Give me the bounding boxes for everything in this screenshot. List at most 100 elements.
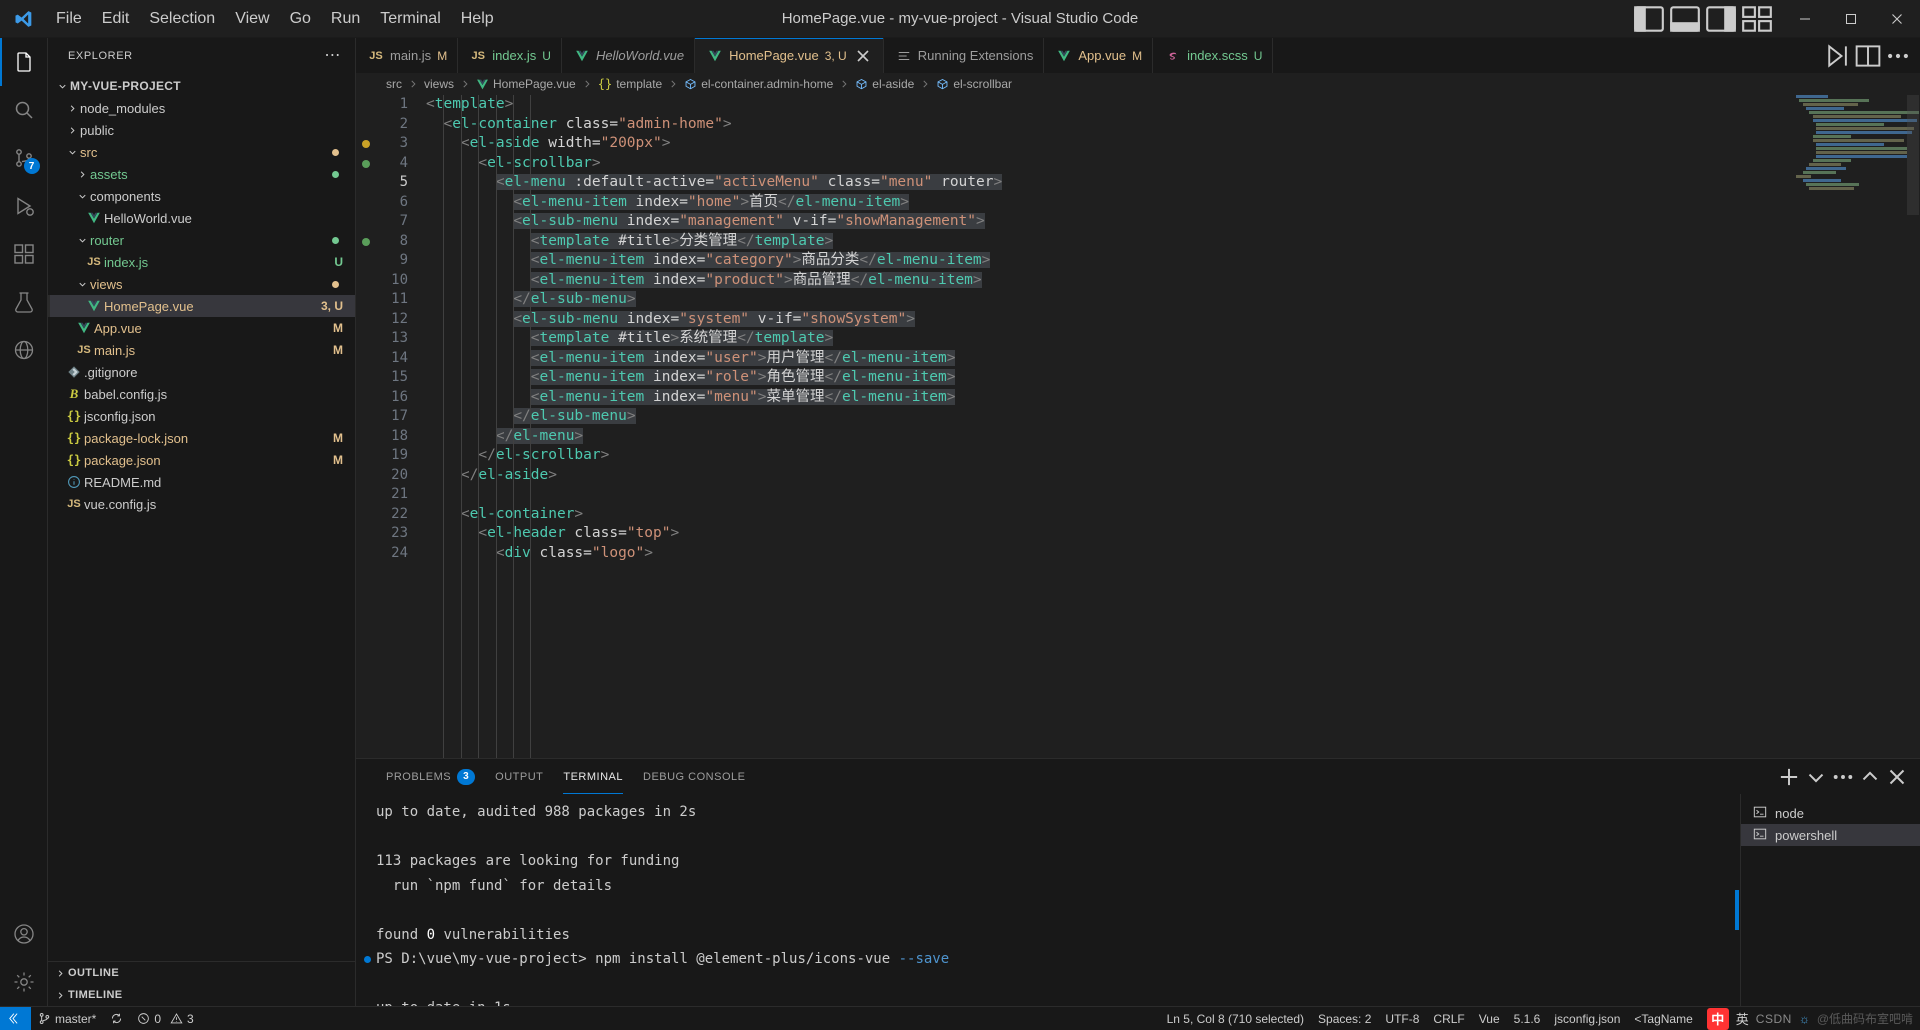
breadcrumb-item-template[interactable]: {} template bbox=[596, 77, 664, 91]
panel-tab-terminal[interactable]: TERMINAL bbox=[553, 759, 633, 794]
tree-item-src[interactable]: src bbox=[48, 141, 355, 163]
tree-item-vue-config-js[interactable]: JS vue.config.js bbox=[48, 493, 355, 515]
explorer-views-more-icon[interactable]: ⋯ bbox=[318, 47, 347, 63]
tree-item-assets[interactable]: assets bbox=[48, 163, 355, 185]
code-line[interactable]: <el-header class="top"> bbox=[426, 524, 1920, 544]
chevron-down-icon[interactable] bbox=[74, 191, 90, 202]
tree-root-my-vue-project[interactable]: MY-VUE-PROJECT bbox=[48, 75, 355, 97]
activity-accounts[interactable] bbox=[0, 910, 48, 958]
status-cursor-position[interactable]: Ln 5, Col 8 (710 selected) bbox=[1160, 1007, 1311, 1030]
code-line[interactable]: <el-sub-menu index="system" v-if="showSy… bbox=[426, 310, 1920, 330]
terminal-scrollbar[interactable] bbox=[1726, 794, 1740, 1006]
code-line[interactable]: <template #title>分类管理</template> bbox=[426, 232, 1920, 252]
tree-item-jsconfig-json[interactable]: {} jsconfig.json bbox=[48, 405, 355, 427]
run-code-icon[interactable] bbox=[1824, 42, 1852, 70]
terminal-instance-node[interactable]: node bbox=[1741, 802, 1920, 824]
new-terminal-icon[interactable] bbox=[1776, 764, 1802, 790]
status-version[interactable]: 5.1.6 bbox=[1507, 1007, 1548, 1030]
code-line[interactable]: <el-menu-item index="product">商品管理</el-m… bbox=[426, 271, 1920, 291]
menu-view[interactable]: View bbox=[225, 6, 279, 32]
menu-edit[interactable]: Edit bbox=[92, 6, 140, 32]
minimize-button[interactable] bbox=[1782, 0, 1828, 38]
tree-item-gitignore[interactable]: .gitignore bbox=[48, 361, 355, 383]
tab-close-icon[interactable] bbox=[853, 46, 873, 66]
breadcrumb-item-el-scrollbar[interactable]: el-scrollbar bbox=[934, 77, 1014, 91]
activity-search[interactable] bbox=[0, 86, 48, 134]
chevron-down-icon[interactable] bbox=[74, 235, 90, 246]
breadcrumb-item-el-container-admin-home[interactable]: el-container.admin-home bbox=[682, 77, 835, 91]
panel-more-icon[interactable] bbox=[1830, 764, 1856, 790]
activity-testing[interactable] bbox=[0, 278, 48, 326]
menu-file[interactable]: File bbox=[46, 6, 92, 32]
code-line[interactable]: <div class="logo"> bbox=[426, 544, 1920, 564]
activity-explorer[interactable] bbox=[0, 38, 48, 86]
activity-source-control[interactable]: 7 bbox=[0, 134, 48, 182]
code-line[interactable]: <el-sub-menu index="management" v-if="sh… bbox=[426, 212, 1920, 232]
editor-scrollbar[interactable] bbox=[1906, 95, 1920, 758]
panel-tab-output[interactable]: OUTPUT bbox=[485, 759, 553, 794]
code-line[interactable]: <el-scrollbar> bbox=[426, 154, 1920, 174]
activity-extensions[interactable] bbox=[0, 230, 48, 278]
code-line[interactable]: </el-aside> bbox=[426, 466, 1920, 486]
chevron-down-icon[interactable] bbox=[64, 147, 80, 158]
remote-indicator[interactable] bbox=[0, 1006, 31, 1030]
status-jsconfig[interactable]: jsconfig.json bbox=[1547, 1007, 1627, 1030]
tree-item-views[interactable]: views bbox=[48, 273, 355, 295]
customize-layout-icon[interactable] bbox=[1740, 4, 1774, 34]
status-language-mode[interactable]: Vue bbox=[1472, 1007, 1507, 1030]
chevron-right-icon[interactable] bbox=[64, 103, 80, 114]
tree-item-components[interactable]: components bbox=[48, 185, 355, 207]
breadcrumb-item-src[interactable]: src bbox=[384, 77, 404, 91]
status-sync[interactable] bbox=[103, 1007, 130, 1030]
menu-run[interactable]: Run bbox=[321, 6, 370, 32]
tree-item-public[interactable]: public bbox=[48, 119, 355, 141]
code-content[interactable]: <template> <el-container class="admin-ho… bbox=[422, 95, 1920, 758]
code-line[interactable]: <el-menu-item index="role">角色管理</el-menu… bbox=[426, 368, 1920, 388]
close-panel-icon[interactable] bbox=[1884, 764, 1910, 790]
code-line[interactable]: <el-container class="admin-home"> bbox=[426, 115, 1920, 135]
section-outline[interactable]: OUTLINE bbox=[48, 962, 355, 984]
chevron-right-icon[interactable] bbox=[74, 169, 90, 180]
tree-item-homepage-vue[interactable]: HomePage.vue 3, U bbox=[48, 295, 355, 317]
breadcrumb-item-el-aside[interactable]: el-aside bbox=[853, 77, 916, 91]
toggle-secondary-sidebar-icon[interactable] bbox=[1704, 4, 1738, 34]
tab-index-scss[interactable]: index.scss U bbox=[1153, 38, 1274, 73]
code-line[interactable]: <el-menu-item index="home">首页</el-menu-i… bbox=[426, 193, 1920, 213]
minimap[interactable] bbox=[1796, 95, 1920, 758]
status-eol[interactable]: CRLF bbox=[1426, 1007, 1471, 1030]
menu-terminal[interactable]: Terminal bbox=[370, 6, 450, 32]
breadcrumb-item-views[interactable]: views bbox=[422, 77, 456, 91]
tree-item-package-json[interactable]: {} package.json M bbox=[48, 449, 355, 471]
code-line[interactable]: <template> bbox=[426, 95, 1920, 115]
editor-scrollbar-thumb[interactable] bbox=[1907, 95, 1919, 215]
code-line[interactable]: <el-menu-item index="category">商品分类</el-… bbox=[426, 251, 1920, 271]
maximize-button[interactable] bbox=[1828, 0, 1874, 38]
terminal-instance-powershell[interactable]: powershell bbox=[1741, 824, 1920, 846]
activity-manage-settings[interactable] bbox=[0, 958, 48, 1006]
code-line[interactable]: </el-menu> bbox=[426, 427, 1920, 447]
chevron-right-icon[interactable] bbox=[64, 125, 80, 136]
panel-tab-problems[interactable]: PROBLEMS 3 bbox=[376, 759, 485, 794]
code-line[interactable] bbox=[426, 485, 1920, 505]
code-line[interactable]: <el-menu-item index="user">用户管理</el-menu… bbox=[426, 349, 1920, 369]
chevron-down-icon[interactable] bbox=[74, 279, 90, 290]
tree-item-package-lock-json[interactable]: {} package-lock.json M bbox=[48, 427, 355, 449]
tab-app-vue[interactable]: App.vue M bbox=[1044, 38, 1154, 73]
activity-remote-explorer[interactable] bbox=[0, 326, 48, 374]
tab-helloworld-vue[interactable]: HelloWorld.vue bbox=[561, 38, 696, 73]
toggle-primary-sidebar-icon[interactable] bbox=[1632, 4, 1666, 34]
tab-running-extensions[interactable]: Running Extensions bbox=[883, 38, 1045, 73]
panel-tab-debug-console[interactable]: DEBUG CONSOLE bbox=[633, 759, 755, 794]
code-editor[interactable]: 1 2 3 4 5 6 7 8 9 10 11 12 13 14 15 16 17 18 19 20 21 22 23 24 … bbox=[356, 95, 1920, 758]
tab-main-js[interactable]: JS main.js M bbox=[356, 38, 459, 73]
terminal-output[interactable]: up to date, audited 988 packages in 2s 11… bbox=[356, 794, 1726, 1006]
code-line[interactable]: </el-scrollbar> bbox=[426, 446, 1920, 466]
ime-indicator[interactable]: 中 英 CSDN ☼ @低曲码布室吧啃 bbox=[1700, 1007, 1920, 1030]
status-encoding[interactable]: UTF-8 bbox=[1378, 1007, 1426, 1030]
status-tag-name[interactable]: <TagName bbox=[1627, 1007, 1699, 1030]
tree-item-readme-md[interactable]: README.md bbox=[48, 471, 355, 493]
menu-help[interactable]: Help bbox=[451, 6, 504, 32]
terminal-dropdown-icon[interactable] bbox=[1803, 764, 1829, 790]
code-line[interactable]: </el-sub-menu> bbox=[426, 407, 1920, 427]
status-problems[interactable]: 0 3 bbox=[130, 1007, 200, 1030]
